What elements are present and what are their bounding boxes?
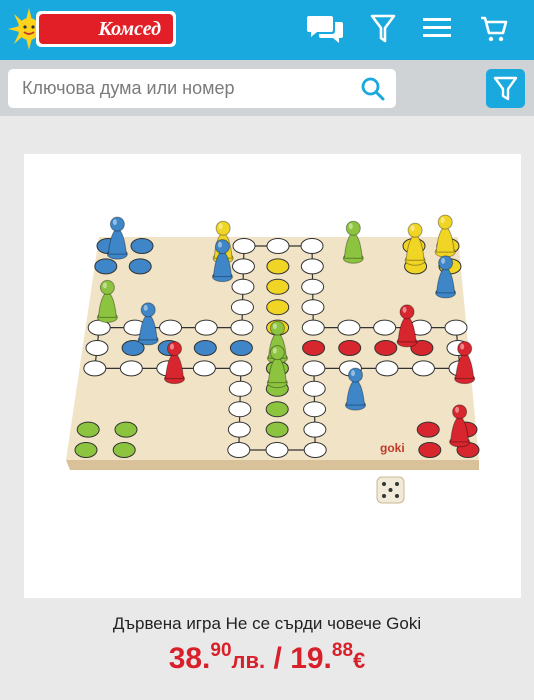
board-field — [337, 319, 361, 336]
product-title[interactable]: Дървена игра Не се сърди човече Goki — [0, 614, 534, 634]
board-field — [159, 319, 183, 336]
board-field — [228, 380, 252, 397]
board-field — [266, 299, 290, 316]
product-image: goki — [66, 214, 480, 504]
search-icon[interactable] — [360, 76, 386, 102]
board-field — [300, 258, 324, 275]
board-field — [230, 299, 254, 316]
board-field — [265, 442, 289, 458]
board-field — [231, 278, 255, 295]
board-field — [303, 421, 327, 438]
price-eur-cents: 88 — [331, 640, 354, 661]
board-field — [374, 340, 398, 356]
menu-icon[interactable] — [423, 17, 451, 39]
logo[interactable]: Комсед — [6, 8, 178, 50]
board-field — [128, 258, 152, 275]
price-eur-whole: 19. — [290, 642, 332, 675]
board-field — [76, 421, 100, 438]
board-field — [94, 258, 118, 275]
board-field — [302, 340, 326, 356]
board-field — [228, 401, 252, 418]
board-field — [229, 360, 253, 377]
game-pawn — [434, 214, 456, 258]
board-field — [85, 340, 109, 356]
search-box — [8, 69, 396, 108]
filter-icon[interactable] — [370, 13, 396, 45]
board-field — [130, 238, 154, 254]
board-field — [373, 319, 397, 336]
board-field — [193, 340, 217, 356]
board-field — [302, 380, 326, 397]
board-field — [301, 278, 325, 295]
price-eur-unit: € — [353, 648, 366, 673]
board-field — [229, 340, 253, 356]
board-field — [194, 319, 218, 336]
board-brand-text: goki — [380, 441, 405, 455]
board-field — [303, 401, 327, 418]
board-field — [266, 258, 290, 275]
filter-icon — [493, 76, 518, 101]
board-field — [227, 442, 251, 458]
chat-icon[interactable] — [306, 13, 344, 47]
board-field — [375, 360, 399, 377]
price-bgn-whole: 38. — [168, 642, 211, 675]
filter-button[interactable] — [486, 69, 525, 108]
board-field — [302, 360, 326, 377]
die — [376, 476, 405, 504]
board-field — [418, 442, 442, 458]
logo-plate: Комсед — [36, 11, 176, 47]
board-field — [119, 360, 143, 377]
board-field — [74, 442, 98, 458]
board-field — [112, 442, 136, 458]
cart-icon[interactable] — [480, 15, 508, 43]
logo-text: Комсед — [39, 14, 173, 44]
board-field — [232, 238, 256, 254]
price-bgn-unit: лв. — [231, 648, 266, 673]
search-bar — [0, 60, 534, 116]
product-image-card[interactable]: goki — [24, 154, 521, 598]
board-field — [266, 238, 290, 254]
product-price: 38.90лв. / 19.88€ — [0, 640, 534, 676]
board-field — [301, 319, 325, 336]
board-side — [66, 460, 479, 470]
board-field — [114, 421, 138, 438]
board-field — [192, 360, 216, 377]
board-field — [265, 401, 289, 418]
board-field — [338, 340, 362, 356]
price-separator: / — [265, 642, 291, 675]
board-field — [444, 319, 468, 336]
board-field — [227, 421, 251, 438]
price-bgn-cents: 90 — [210, 640, 232, 661]
board-field — [411, 360, 435, 377]
board-field — [301, 299, 325, 316]
search-input[interactable] — [8, 69, 348, 108]
board-field — [303, 442, 327, 458]
board-field — [265, 421, 289, 438]
board-field — [231, 258, 255, 275]
board-field — [300, 238, 324, 254]
board-field — [230, 319, 254, 336]
board-field — [416, 421, 440, 438]
board-field — [83, 360, 107, 377]
board-field — [266, 278, 290, 295]
header-bar: Комсед — [0, 0, 534, 60]
